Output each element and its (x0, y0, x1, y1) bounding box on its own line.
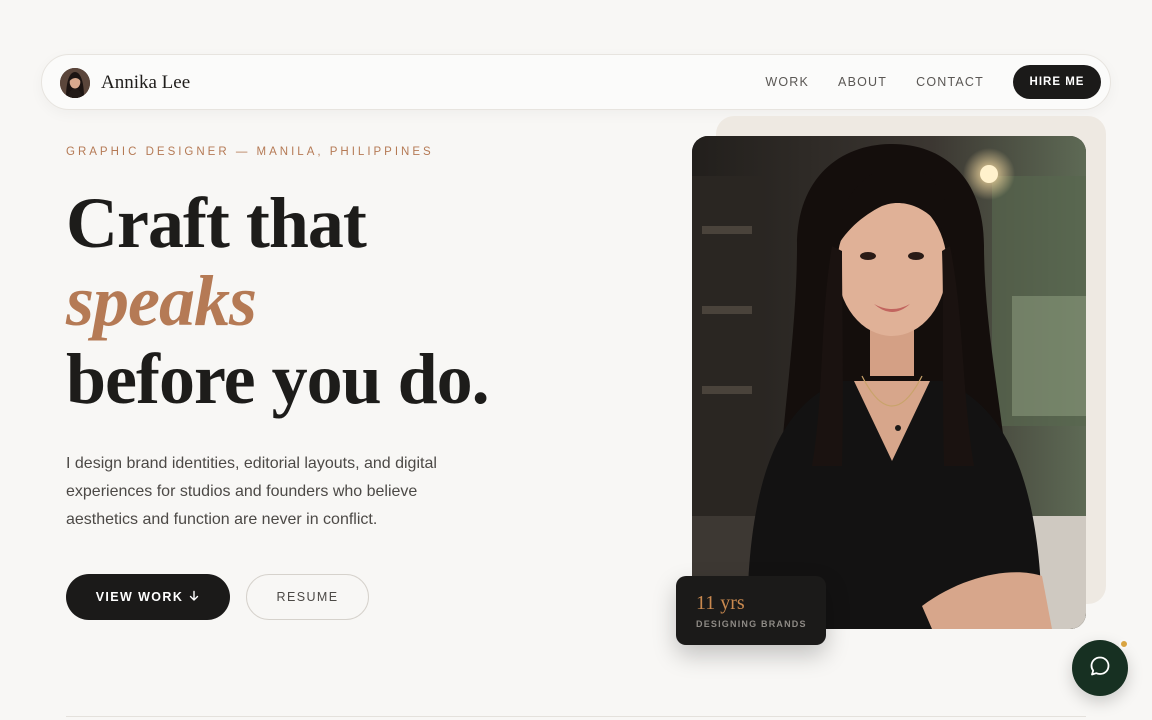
hero-eyebrow: GRAPHIC DESIGNER — MANILA, PHILIPPINES (66, 146, 434, 158)
nav-links: WORK ABOUT CONTACT (765, 75, 984, 89)
stat-value: 11 yrs (696, 592, 745, 614)
brand[interactable]: Annika Lee (60, 68, 190, 98)
hero-headline: Craft that speaks before you do. (66, 184, 606, 418)
nav-link-work[interactable]: WORK (765, 75, 809, 89)
brand-name: Annika Lee (101, 72, 191, 93)
notification-dot (1119, 639, 1129, 649)
view-work-label: VIEW WORK (95, 590, 184, 604)
hero-intro: I design brand identities, editorial lay… (66, 455, 437, 528)
resume-button[interactable]: RESUME (246, 574, 369, 620)
nav-link-contact[interactable]: CONTACT (916, 75, 984, 89)
portrait-photo (692, 136, 1086, 629)
stat-label: DESIGNING BRANDS (696, 619, 807, 629)
experience-stat-card: 11 yrs DESIGNING BRANDS (676, 576, 826, 645)
headline-line-1: Craft that (66, 183, 367, 263)
arrow-down-icon (188, 590, 200, 605)
hire-me-button[interactable]: HIRE ME (1013, 65, 1101, 99)
chat-button[interactable] (1072, 640, 1128, 696)
section-divider (66, 716, 1086, 717)
avatar (60, 68, 90, 98)
nav-link-about[interactable]: ABOUT (838, 75, 887, 89)
top-navbar: Annika Lee WORK ABOUT CONTACT HIRE ME (41, 54, 1111, 110)
view-work-button[interactable]: VIEW WORK (66, 574, 230, 620)
headline-accent: speaks (66, 261, 257, 341)
headline-line-3: before you do. (66, 339, 490, 419)
chat-bubble-icon (1088, 654, 1112, 683)
